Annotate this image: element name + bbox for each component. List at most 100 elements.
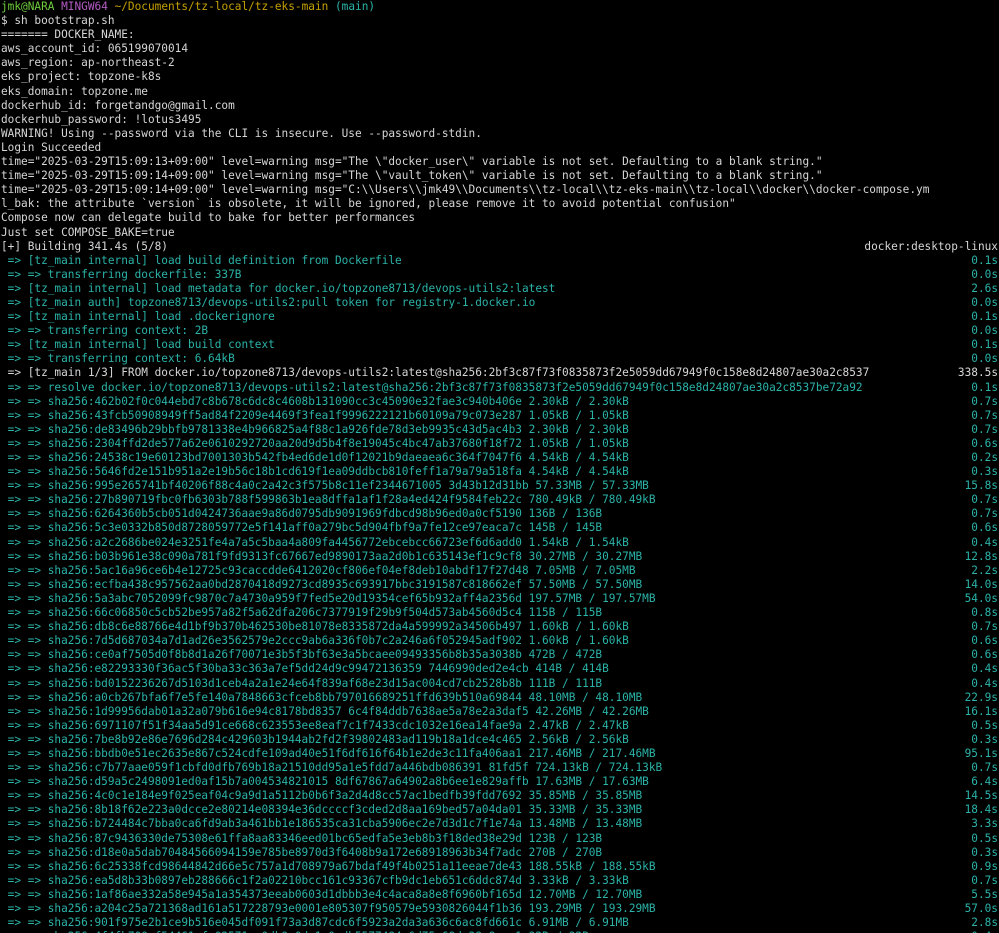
step-duration: 2.8s	[971, 916, 998, 930]
step-duration: 338.5s	[957, 366, 998, 380]
build-step-line: => => sha256:b724484c7bba0ca6fd9ab3a461b…	[1, 817, 999, 831]
build-step-line: => [tz_main internal] load build definit…	[1, 254, 999, 268]
build-step-line: => => sha256:7be8b92e86e7696d284c429603b…	[1, 733, 999, 747]
build-step-line: => => sha256:a2c2686be024e3251fe4a7a5c5b…	[1, 536, 999, 550]
step-text: => => sha256:1d99956dab01a32a079b616e94c…	[1, 704, 649, 718]
step-duration: 0.4s	[971, 662, 998, 676]
step-text: => => sha256:ce0af7505d0f8b8d1a26f70071e…	[1, 648, 603, 662]
step-duration: 5.5s	[971, 887, 998, 901]
step-text: => => sha256:1af86ae332a58e945a1a354373e…	[1, 887, 643, 901]
build-step-line: => => sha256:4c0c1e184e9f025eaf04c9a9d1a…	[1, 789, 999, 803]
step-text: => => sha256:a204c25a721368ad161a5172287…	[1, 902, 656, 915]
step-text: => [tz_main internal] load build definit…	[1, 253, 402, 267]
build-step-line: => [tz_main 1/3] FROM docker.io/topzone8…	[1, 366, 999, 380]
step-text: => [tz_main internal] load build context	[1, 338, 275, 352]
step-text: => => sha256:e82293330f36ac5f30ba33c363a…	[1, 662, 609, 676]
build-step-line: => => sha256:6c25338fcd98644842d66e5c757…	[1, 860, 999, 874]
step-duration: 15.8s	[964, 479, 998, 493]
prompt-system: MINGW64	[61, 0, 108, 13]
build-step-line: => => sha256:1af86ae332a58e945a1a354373e…	[1, 888, 999, 902]
step-duration: 0.1s	[971, 310, 998, 324]
step-text: => => sha256:d18e0a5dab70484566094159e78…	[1, 845, 603, 859]
step-text: => => sha256:c7b77aae059f1cbfd0dfb769b18…	[1, 761, 663, 775]
output-line: Login Succeeded	[1, 140, 102, 154]
step-duration: 0.1s	[971, 380, 998, 394]
build-step-line: => => resolve docker.io/topzone8713/devo…	[1, 381, 999, 395]
build-step-line: => => sha256:901f975e2b1ce9b516e045df091…	[1, 916, 999, 930]
shell-prompt: jmk@NARA MINGW64 ~/Documents/tz-local/tz…	[1, 0, 999, 14]
step-text: => => sha256:7d5d687034a7d1ad26e3562579e…	[1, 634, 629, 648]
build-step-line: => => sha256:de83496b29bbfb9781338e4b966…	[1, 423, 999, 437]
build-step-line: => => sha256:ea5d8b33b0897eb288666c1f2a0…	[1, 874, 999, 888]
output-line: Compose now can delegate build to bake f…	[1, 211, 416, 225]
step-duration: 0.0s	[971, 295, 998, 309]
step-duration: 0.0s	[971, 352, 998, 366]
output-line: time="2025-03-29T15:09:14+09:00" level=w…	[1, 183, 930, 197]
step-duration: 16.1s	[964, 704, 998, 718]
output-line: time="2025-03-29T15:09:13+09:00" level=w…	[1, 155, 823, 169]
build-step-line: => => sha256:7d5d687034a7d1ad26e3562579e…	[1, 634, 999, 648]
script-output: ======= DOCKER_NAME: aws_account_id: 0651…	[1, 28, 999, 239]
output-line: ======= DOCKER_NAME:	[1, 28, 135, 42]
build-step-line: => => sha256:ce0af7505d0f8b8d1a26f70071e…	[1, 648, 999, 662]
output-line: WARNING! Using --password via the CLI is…	[1, 126, 482, 140]
build-steps: => [tz_main internal] load build definit…	[1, 254, 999, 933]
build-step-line: => => sha256:27b890719fbc0fb6303b788f599…	[1, 493, 999, 507]
build-step-line: => => sha256:6971107f51f34aa5d91ce668c62…	[1, 719, 999, 733]
step-text: => => sha256:ecfba438c957562aa0bd2870418…	[1, 577, 643, 591]
step-text: => [tz_main internal] load .dockerignore	[1, 310, 275, 324]
output-line: Just set COMPOSE_BAKE=true	[1, 225, 175, 239]
step-duration: 0.3s	[971, 465, 998, 479]
build-step-line: => => sha256:995e265741bf40206f88c4a0c2a…	[1, 479, 999, 493]
step-duration: 0.0s	[971, 267, 998, 281]
build-step-line: => => sha256:8b18f62e223a0dcce2e80214e08…	[1, 803, 999, 817]
build-step-line: => => sha256:6264360b5cb051d0424736aae9a…	[1, 507, 999, 521]
step-duration: 22.9s	[964, 690, 998, 704]
step-duration: 0.6s	[971, 634, 998, 648]
output-line: time="2025-03-29T15:09:14+09:00" level=w…	[1, 169, 823, 183]
step-duration: 0.7s	[971, 394, 998, 408]
prompt-user: jmk@NARA	[1, 0, 55, 13]
output-line: dockerhub_id: forgetandgo@gmail.com	[1, 98, 235, 112]
step-text: => => sha256:ea5d8b33b0897eb288666c1f2a0…	[1, 873, 629, 887]
step-duration: 18.4s	[964, 803, 998, 817]
step-duration: 0.6s	[971, 648, 998, 662]
step-duration: 0.7s	[971, 507, 998, 521]
step-duration: 0.4s	[971, 535, 998, 549]
build-step-line: => => sha256:bd0152236267d5103d1ceb4a2a1…	[1, 677, 999, 691]
build-step-line: => => sha256:ecfba438c957562aa0bd2870418…	[1, 578, 999, 592]
step-duration: 0.6s	[971, 521, 998, 535]
step-text: => [tz_main internal] load metadata for …	[1, 281, 556, 295]
step-duration: 0.4s	[971, 676, 998, 690]
step-text: => => sha256:5ac16a96ce6b4e12725c93caccd…	[1, 563, 636, 577]
output-line: aws_account_id: 065199070014	[1, 42, 189, 56]
build-step-line: => => sha256:24538c19e60123bd7001303b542…	[1, 451, 999, 465]
step-text: => => sha256:5646fd2e151b951a2e19b56c18b…	[1, 465, 629, 479]
step-text: => => transferring context: 2B	[1, 324, 209, 338]
build-step-line: => => sha256:a204c25a721368ad161a5172287…	[1, 902, 999, 916]
step-duration: 2.6s	[971, 281, 998, 295]
build-step-line: => [tz_main internal] load metadata for …	[1, 282, 999, 296]
step-duration: 0.7s	[971, 873, 998, 887]
build-header: [+] Building 341.4s (5/8) docker:desktop-…	[1, 240, 999, 254]
step-text: => => resolve docker.io/topzone8713/devo…	[1, 380, 863, 394]
step-text: => => sha256:5a3abc7052099fc9870c7a4730a…	[1, 591, 656, 605]
build-step-line: => => transferring context: 2B 0.0s	[1, 324, 999, 338]
step-duration: 6.4s	[971, 775, 998, 789]
build-step-line: => => sha256:462b02f0c044ebd7c8b678c6dc8…	[1, 395, 999, 409]
step-text: => => transferring context: 6.64kB	[1, 352, 235, 366]
build-step-line: => => sha256:b03b961e38c090a781f9fd9313f…	[1, 550, 999, 564]
step-text: => => sha256:66c06850c5cb52be957a82f5a62…	[1, 606, 603, 620]
step-duration: 12.8s	[964, 549, 998, 563]
step-text: => => sha256:bd0152236267d5103d1ceb4a2a1…	[1, 676, 603, 690]
step-duration: 2.2s	[971, 563, 998, 577]
step-text: => => sha256:db8c6e88766e4d1bf9b370b4625…	[1, 620, 629, 634]
build-step-line: => => sha256:5a3abc7052099fc9870c7a4730a…	[1, 592, 999, 606]
step-duration: 0.5s	[971, 718, 998, 732]
terminal-window[interactable]: jmk@NARA MINGW64 ~/Documents/tz-local/tz…	[0, 0, 999, 933]
build-status: [+] Building 341.4s (5/8)	[1, 239, 168, 253]
build-step-line: => => sha256:bbdb0e51ec2635e867c524cdfe1…	[1, 747, 999, 761]
build-step-line: => [tz_main auth] topzone8713/devops-uti…	[1, 296, 999, 310]
build-step-line: => => sha256:2304ffd2de577a62e0610292720…	[1, 437, 999, 451]
step-text: => => sha256:27b890719fbc0fb6303b788f599…	[1, 493, 656, 507]
